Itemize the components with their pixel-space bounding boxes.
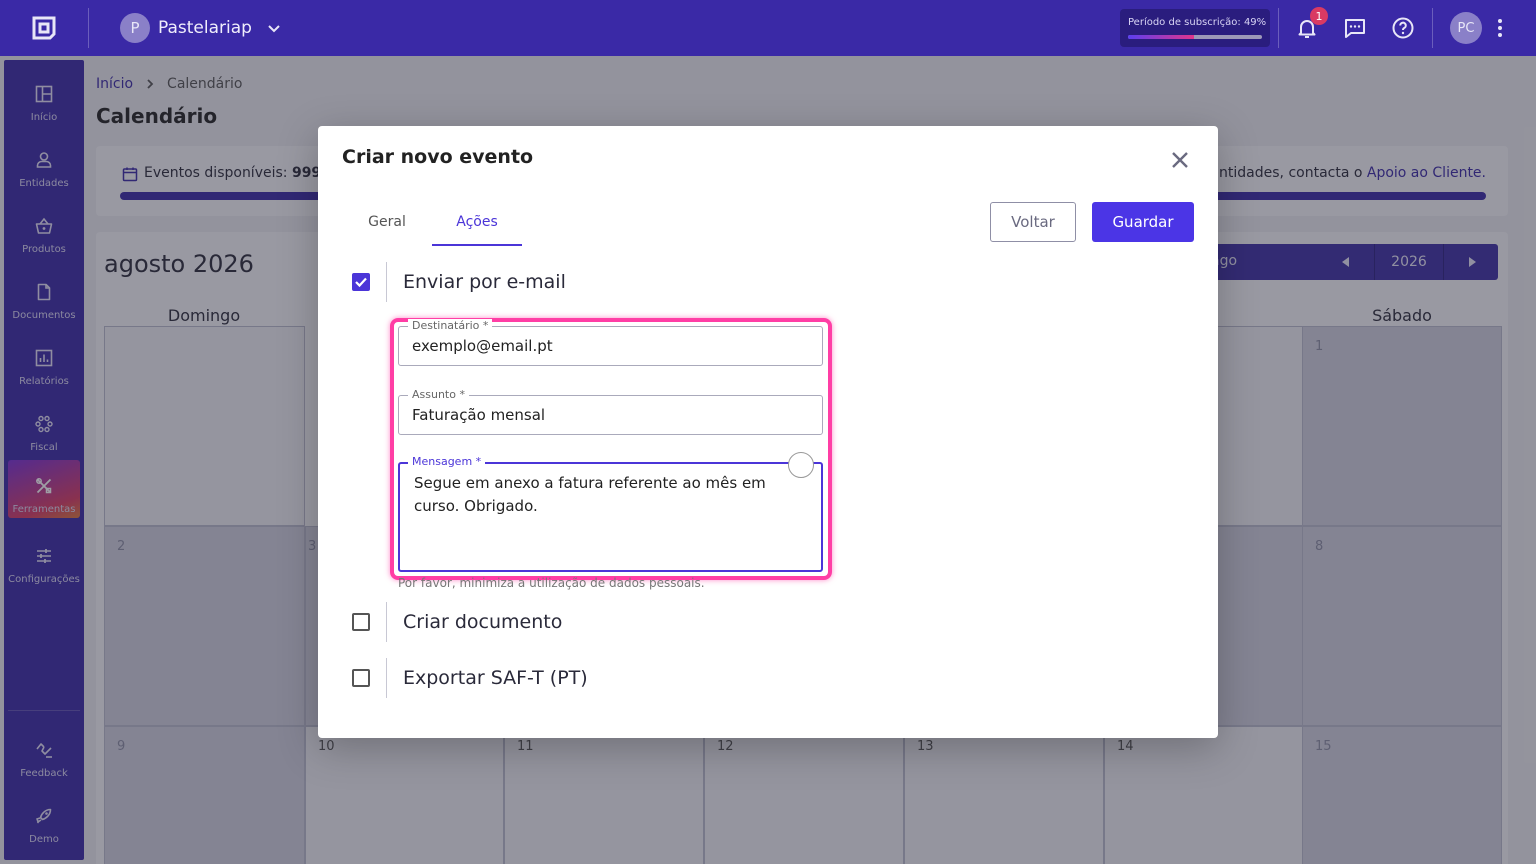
topbar-divider	[88, 8, 89, 48]
notification-badge: 1	[1310, 7, 1328, 25]
tab-acoes[interactable]: Ações	[432, 202, 522, 246]
option-divider	[386, 262, 387, 302]
saft-option-row: Exportar SAF-T (PT)	[352, 658, 588, 698]
company-avatar: P	[120, 13, 150, 43]
subject-field[interactable]: Assunto * Faturação mensal	[398, 388, 823, 435]
topbar-divider	[1278, 8, 1279, 48]
option-divider	[386, 658, 387, 698]
email-checkbox[interactable]	[352, 273, 370, 291]
message-value: Segue em anexo a fatura referente ao mês…	[414, 474, 766, 515]
recipient-label: Destinatário *	[408, 319, 493, 332]
resize-handle[interactable]	[788, 452, 814, 478]
option-divider	[386, 602, 387, 642]
recipient-field[interactable]: Destinatário * exemplo@email.pt	[398, 319, 823, 366]
document-option-label: Criar documento	[403, 611, 563, 633]
back-button[interactable]: Voltar	[990, 202, 1076, 242]
company-selector[interactable]: P Pastelariap	[120, 13, 282, 43]
saft-option-label: Exportar SAF-T (PT)	[403, 667, 588, 689]
chat-icon[interactable]	[1343, 16, 1367, 40]
topbar-divider	[1432, 8, 1433, 48]
subscription-progress-bar	[1128, 35, 1262, 39]
company-name: Pastelariap	[158, 18, 252, 38]
app-logo-icon[interactable]	[30, 14, 58, 42]
create-event-dialog: Criar novo evento Geral Ações Voltar Gua…	[318, 126, 1218, 738]
subscription-progress-fill	[1128, 35, 1194, 39]
email-option-row: Enviar por e-mail	[352, 262, 566, 302]
privacy-helper-text: Por favor, minimiza a utilização de dado…	[398, 576, 705, 590]
saft-checkbox[interactable]	[352, 669, 370, 687]
email-option-label: Enviar por e-mail	[403, 271, 566, 293]
message-field[interactable]: Mensagem * Segue em anexo a fatura refer…	[398, 455, 823, 572]
subscription-label: Período de subscrição: 49%	[1128, 17, 1267, 28]
chevron-down-icon	[268, 25, 280, 33]
document-option-row: Criar documento	[352, 602, 562, 642]
subscription-period[interactable]: Período de subscrição: 49%	[1120, 9, 1270, 47]
top-bar: P Pastelariap Período de subscrição: 49%…	[0, 0, 1536, 56]
save-button[interactable]: Guardar	[1092, 202, 1194, 242]
help-icon[interactable]	[1391, 16, 1415, 40]
dialog-title: Criar novo evento	[342, 146, 534, 168]
more-vertical-icon[interactable]	[1488, 16, 1512, 40]
check-icon	[355, 277, 367, 288]
document-checkbox[interactable]	[352, 613, 370, 631]
user-avatar[interactable]: PC	[1450, 12, 1482, 44]
tab-geral[interactable]: Geral	[342, 202, 432, 246]
subject-value: Faturação mensal	[412, 406, 546, 424]
recipient-value: exemplo@email.pt	[412, 337, 553, 355]
message-label: Mensagem *	[408, 455, 486, 468]
subject-label: Assunto *	[408, 388, 469, 401]
close-icon[interactable]	[1170, 150, 1190, 170]
